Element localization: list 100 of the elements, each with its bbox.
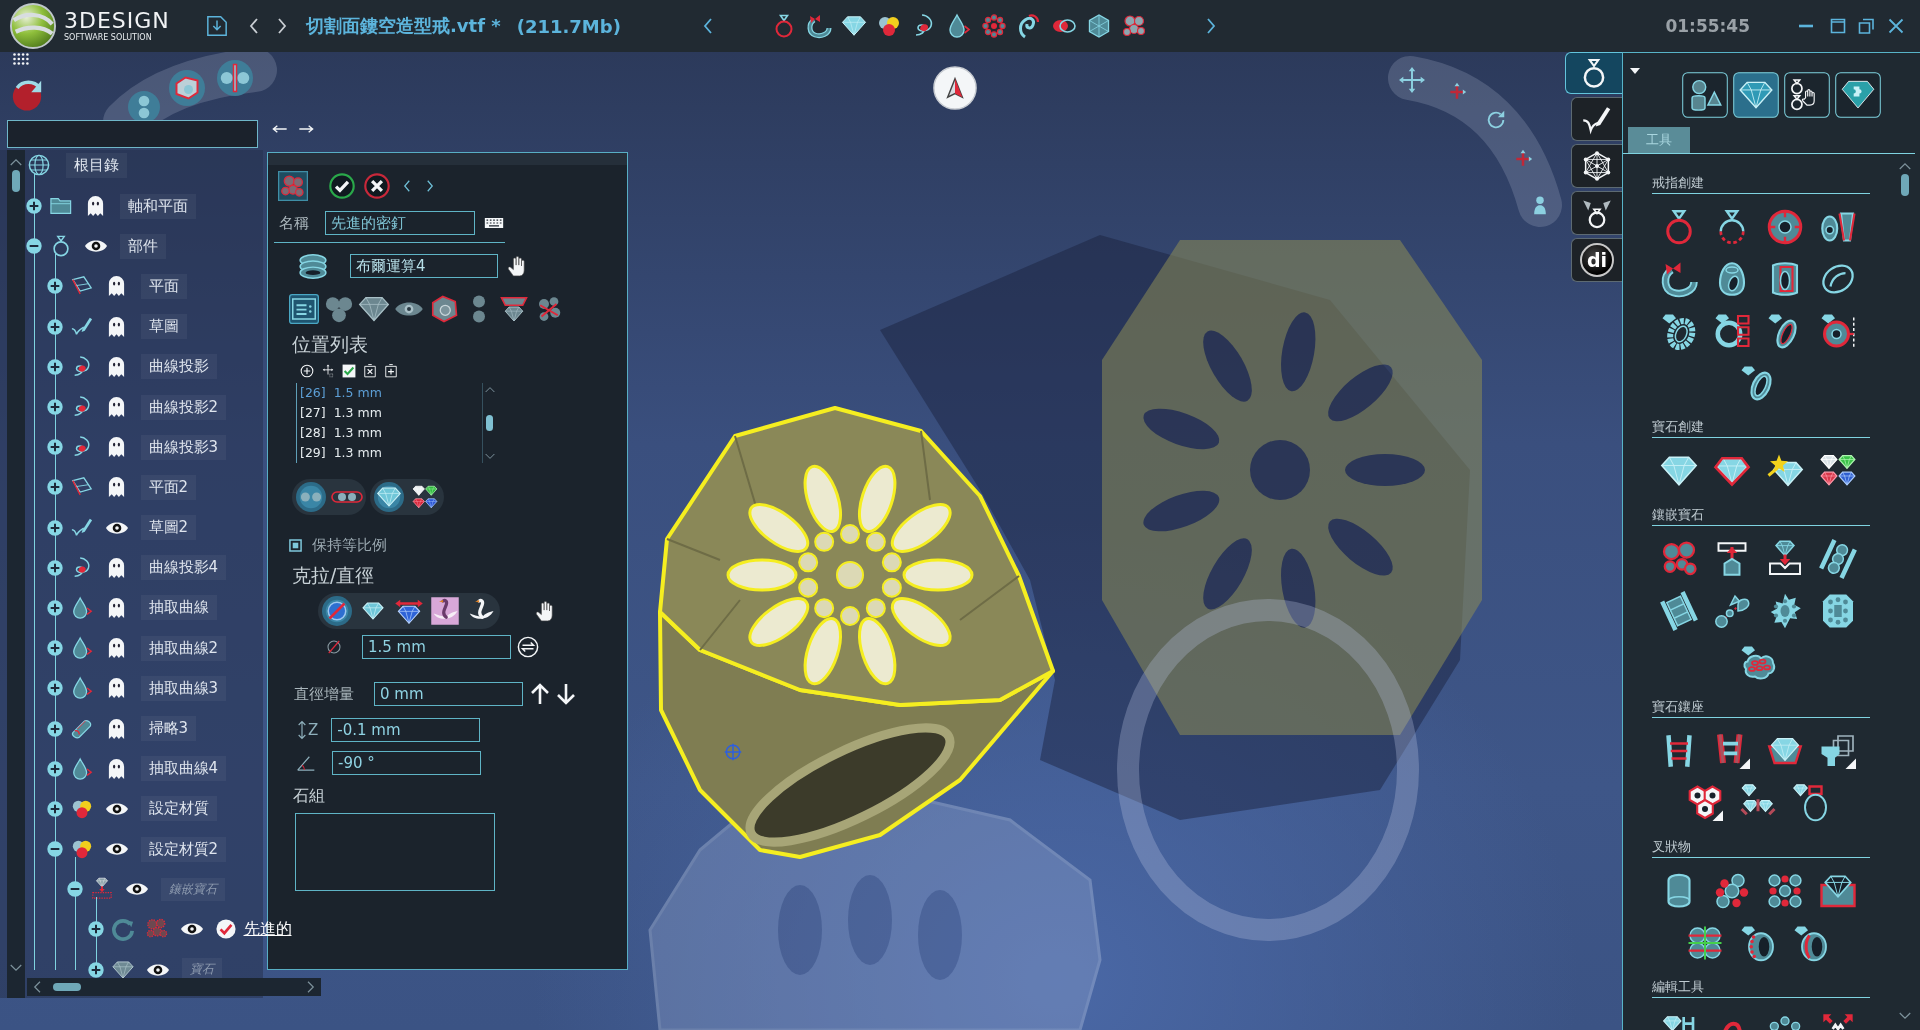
expand-icon[interactable] bbox=[46, 519, 63, 536]
tree-item[interactable]: 抽取曲線2 bbox=[140, 635, 227, 661]
collapse-icon[interactable] bbox=[67, 881, 83, 898]
tree-item[interactable]: 先進的 bbox=[243, 915, 292, 943]
tree-item[interactable]: 掃略3 bbox=[140, 716, 197, 742]
add-icon[interactable] bbox=[300, 364, 314, 378]
close-icon[interactable] bbox=[1888, 18, 1904, 34]
tube-icon[interactable] bbox=[70, 717, 93, 740]
ghost-icon[interactable] bbox=[106, 757, 126, 780]
tree-item[interactable]: 軸和平面 bbox=[120, 193, 196, 219]
tree-item[interactable]: 根目錄 bbox=[66, 152, 127, 178]
refresh-icon[interactable] bbox=[10, 78, 44, 112]
eye-icon[interactable] bbox=[125, 881, 149, 898]
drop-icon[interactable] bbox=[70, 596, 93, 619]
position-list-item[interactable]: [28] 1.3 mm bbox=[297, 423, 476, 443]
expand-icon[interactable] bbox=[46, 358, 63, 375]
eye-icon[interactable] bbox=[104, 841, 129, 858]
ghost-icon[interactable] bbox=[106, 396, 126, 419]
chevron-right-icon[interactable] bbox=[426, 180, 434, 192]
minimize-icon[interactable] bbox=[1798, 24, 1814, 28]
chevron-down-icon[interactable] bbox=[484, 453, 495, 460]
revolve-ring-icon[interactable] bbox=[1819, 313, 1856, 349]
ghost-icon[interactable] bbox=[106, 355, 126, 378]
side-tab[interactable] bbox=[1571, 191, 1622, 235]
check-icon[interactable] bbox=[329, 173, 355, 199]
prong-band-icon[interactable] bbox=[1793, 925, 1829, 961]
stone-cluster-icon[interactable] bbox=[278, 171, 308, 201]
add-box-icon[interactable] bbox=[384, 364, 398, 378]
scroll-thumb[interactable] bbox=[12, 170, 20, 192]
expand-icon[interactable] bbox=[46, 800, 63, 817]
split-circles-icon[interactable] bbox=[217, 60, 253, 96]
maximize-icon[interactable] bbox=[1830, 18, 1846, 34]
stone-cluster-icon[interactable] bbox=[1122, 14, 1146, 38]
segmented-ring-icon[interactable] bbox=[1713, 313, 1750, 349]
primitive-shapes-icon[interactable] bbox=[1682, 72, 1728, 118]
tree-item[interactable]: 曲線投影4 bbox=[140, 555, 227, 581]
channel-setting-icon[interactable] bbox=[1660, 593, 1697, 629]
expand-icon[interactable] bbox=[46, 479, 63, 496]
left-arrow-icon[interactable] bbox=[272, 125, 288, 133]
ghost-icon[interactable] bbox=[106, 677, 126, 700]
side-tab[interactable] bbox=[1565, 52, 1622, 94]
ring-icon[interactable] bbox=[50, 235, 72, 258]
beaded-ring-icon[interactable] bbox=[1660, 313, 1697, 349]
pencil-curve-icon[interactable] bbox=[70, 516, 93, 539]
chevron-left-icon[interactable] bbox=[703, 18, 713, 34]
diamond-icon[interactable] bbox=[359, 294, 389, 324]
ghost-icon[interactable] bbox=[106, 637, 126, 660]
expand-icon[interactable] bbox=[87, 961, 104, 978]
name-field[interactable]: 先進的密釘 bbox=[325, 211, 475, 235]
chevron-up-icon[interactable] bbox=[10, 158, 22, 166]
close-icon[interactable] bbox=[364, 173, 390, 199]
scrollbar[interactable] bbox=[482, 383, 496, 463]
gem-mirror-icon[interactable] bbox=[499, 294, 529, 324]
chevron-down-icon[interactable] bbox=[1899, 1012, 1911, 1020]
tree-item[interactable]: 部件 bbox=[120, 233, 166, 259]
pave-surface-icon[interactable] bbox=[1740, 645, 1776, 681]
tree-item[interactable]: 抽取曲線 bbox=[140, 595, 217, 621]
cross-arrows-icon[interactable] bbox=[1513, 149, 1533, 169]
ghost-icon[interactable] bbox=[106, 275, 126, 298]
scroll-thumb[interactable] bbox=[1901, 174, 1909, 196]
expand-icon[interactable] bbox=[46, 760, 63, 777]
side-tab[interactable] bbox=[1571, 144, 1622, 188]
ring-gems-icon[interactable] bbox=[1582, 198, 1612, 228]
expand-icon[interactable] bbox=[46, 559, 63, 576]
drop-icon[interactable] bbox=[70, 637, 93, 660]
tree-item[interactable]: 抽取曲線3 bbox=[140, 675, 227, 701]
move-icon[interactable] bbox=[321, 364, 335, 378]
rotate-icon[interactable] bbox=[1485, 109, 1507, 131]
delete-box-icon[interactable] bbox=[363, 364, 377, 378]
curl-icon[interactable] bbox=[1017, 14, 1041, 38]
chevron-right-icon[interactable] bbox=[1206, 18, 1216, 34]
dot-ring-icon[interactable] bbox=[982, 14, 1006, 38]
chevron-left-icon[interactable] bbox=[403, 180, 411, 192]
caret-icon[interactable] bbox=[1630, 68, 1640, 74]
right-arrow-icon[interactable] bbox=[298, 125, 314, 133]
pencil-curve-icon[interactable] bbox=[70, 315, 93, 338]
eye-icon[interactable] bbox=[145, 961, 170, 978]
expand-icon[interactable] bbox=[46, 640, 63, 657]
expand-icon[interactable] bbox=[46, 680, 63, 697]
stone-group-list[interactable] bbox=[295, 813, 495, 891]
two-dots-icon[interactable] bbox=[296, 482, 326, 512]
ghost-icon[interactable] bbox=[106, 717, 126, 740]
expand-icon[interactable] bbox=[26, 198, 42, 215]
pencil-curve-icon[interactable] bbox=[1582, 104, 1612, 134]
hand-icon[interactable] bbox=[536, 600, 554, 622]
ghost-icon[interactable] bbox=[106, 315, 126, 338]
scroll-thumb[interactable] bbox=[486, 415, 493, 431]
chevron-left-icon[interactable] bbox=[249, 18, 259, 34]
ghost-icon[interactable] bbox=[106, 596, 126, 619]
mesh-network-icon[interactable] bbox=[1582, 151, 1612, 181]
prong-cross-grid-icon[interactable] bbox=[1687, 925, 1723, 961]
up-arrow-icon[interactable] bbox=[531, 683, 549, 705]
gem-ruler-icon[interactable] bbox=[1660, 1013, 1697, 1029]
eye-icon[interactable] bbox=[104, 800, 129, 817]
ghost-icon[interactable] bbox=[106, 556, 126, 579]
expand-icon[interactable] bbox=[46, 278, 63, 295]
collapse-icon[interactable] bbox=[26, 238, 42, 255]
hand-icon[interactable] bbox=[508, 255, 526, 277]
circular-arrow-icon[interactable] bbox=[111, 918, 134, 941]
swap-icon[interactable] bbox=[517, 636, 539, 658]
